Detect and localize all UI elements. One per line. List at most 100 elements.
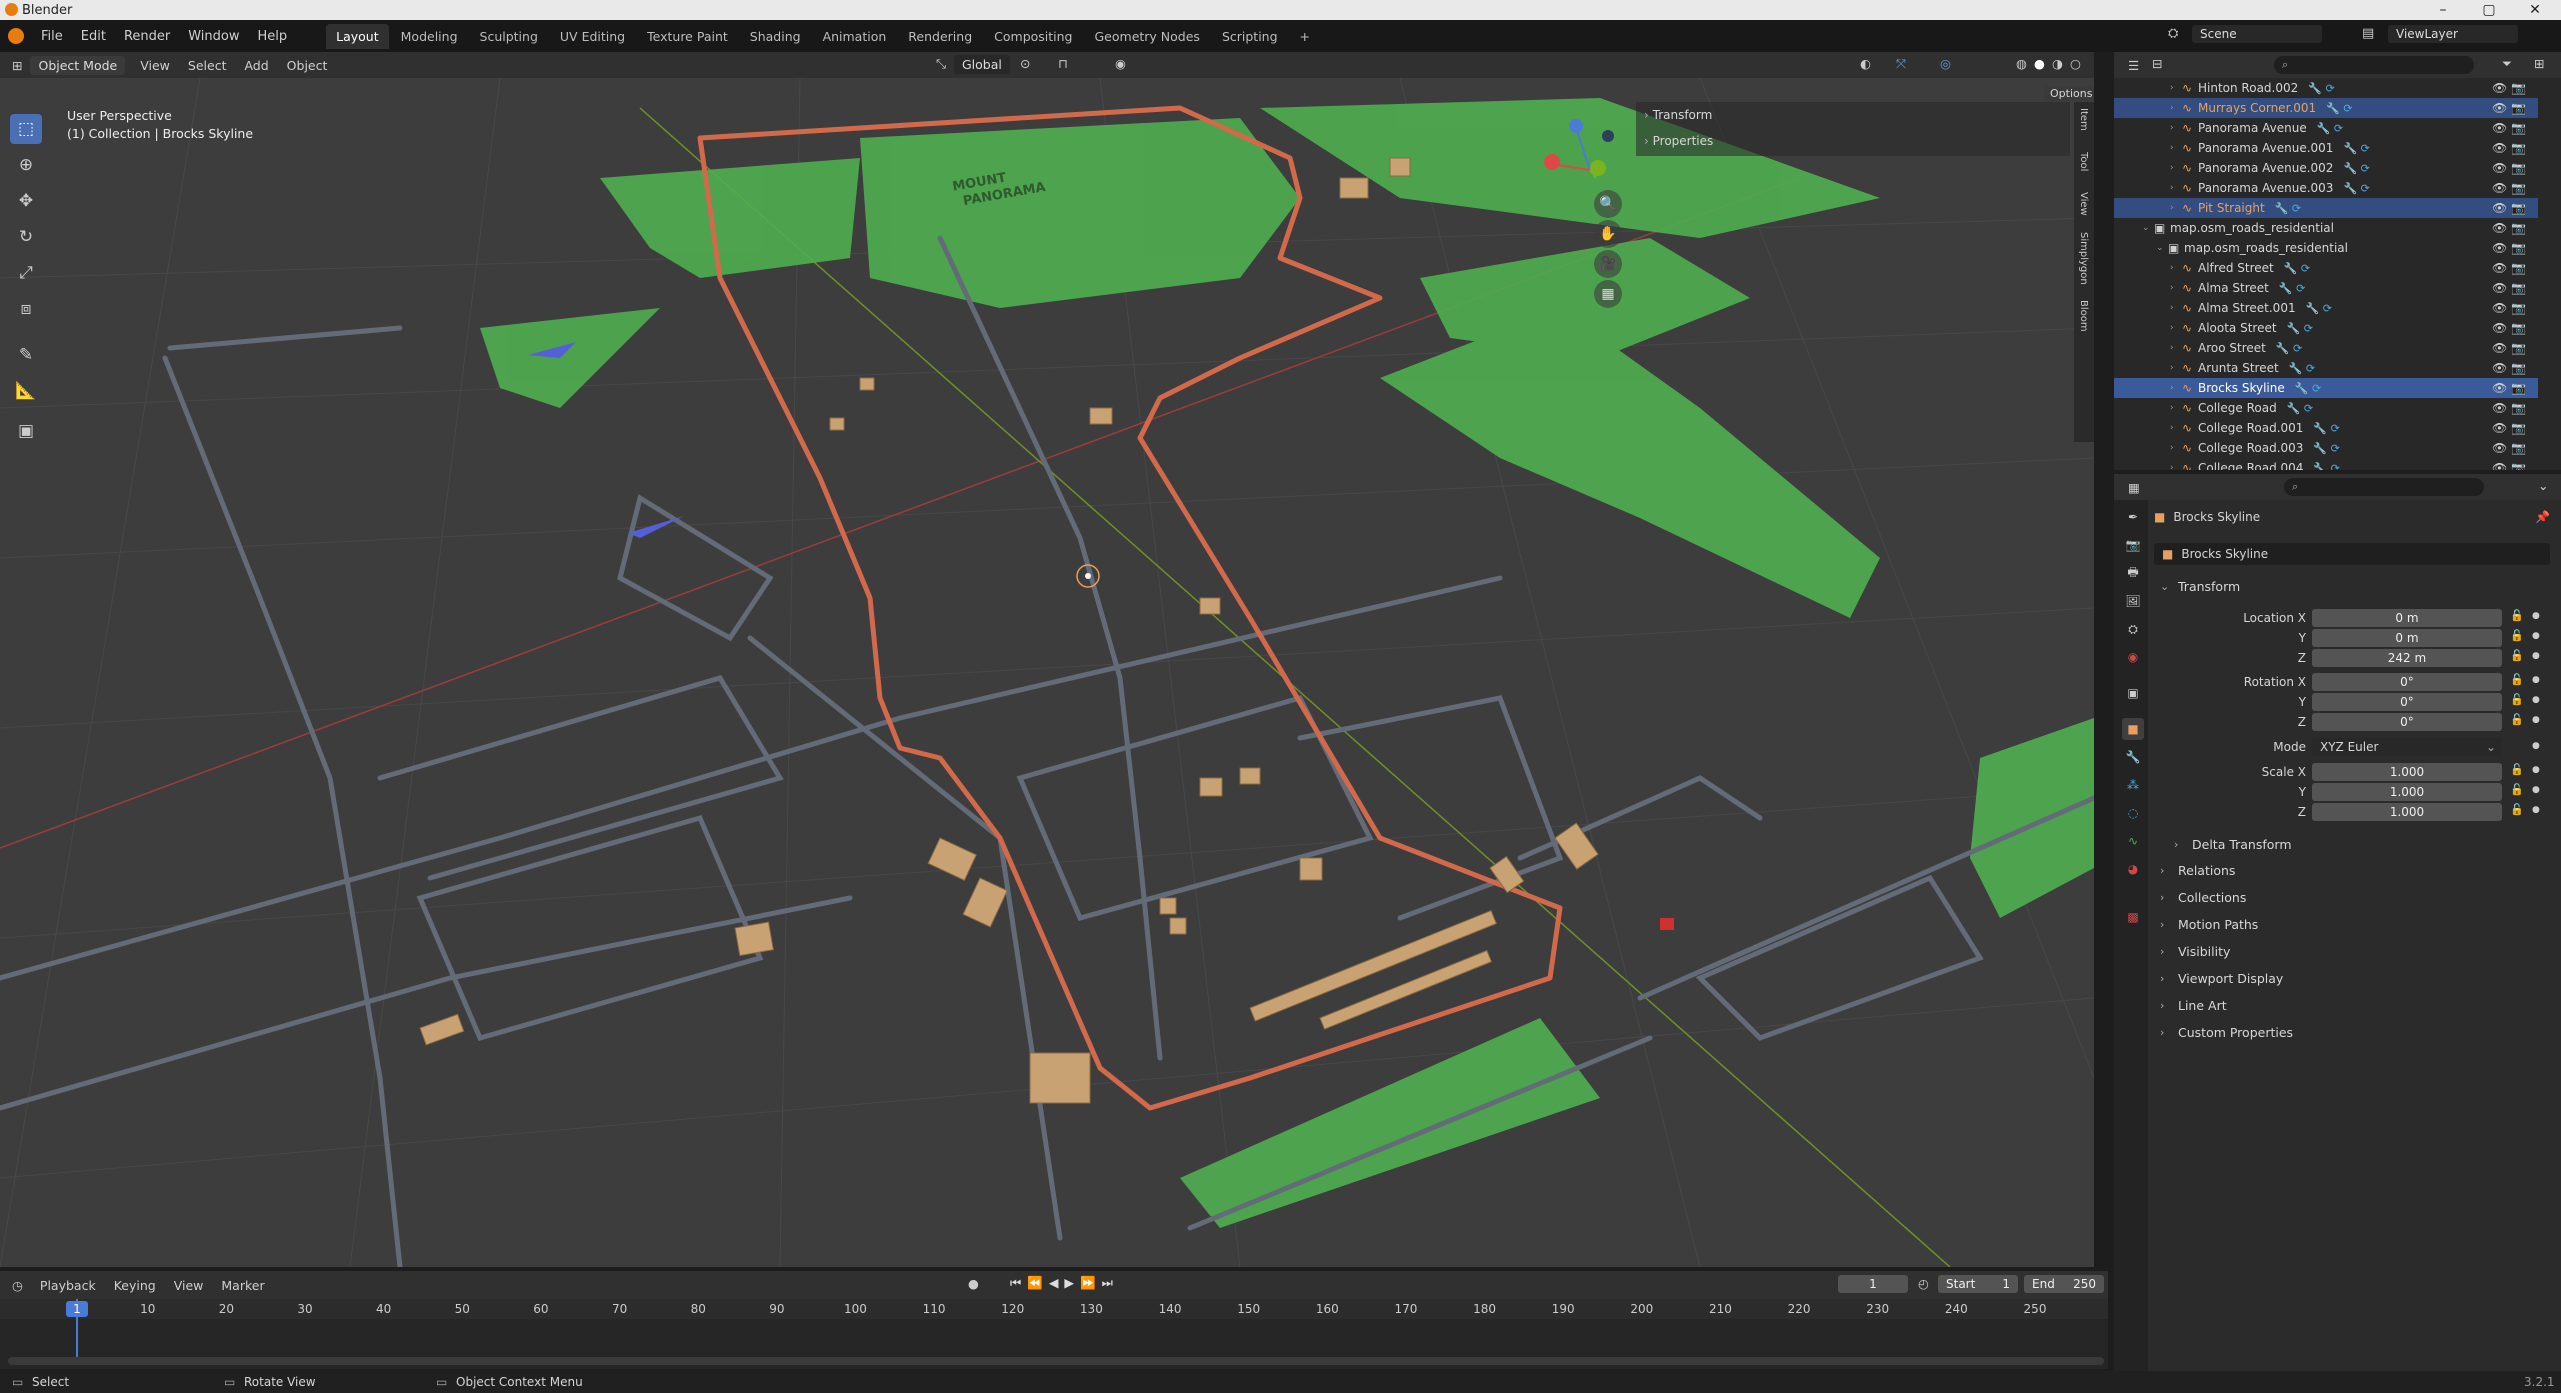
physics-properties-icon[interactable]: ◌ [2122, 802, 2144, 824]
menu-help[interactable]: Help [249, 29, 297, 44]
lock-icon[interactable]: 🔓 [2510, 673, 2524, 686]
location-z-field[interactable]: 242 m [2312, 649, 2502, 667]
viewport-menu-object[interactable]: Object [278, 58, 337, 73]
outliner-row[interactable]: › ∿ Murrays Corner.001 🔧 ⟳ 👁 📷 [2114, 98, 2538, 118]
visibility-toggle-icon[interactable]: 👁 📷 [2492, 321, 2526, 335]
solid-shading-icon[interactable]: ● [2034, 56, 2045, 71]
visibility-toggle-icon[interactable]: 👁 📷 [2492, 361, 2526, 375]
visibility-toggle-icon[interactable]: 👁 📷 [2492, 161, 2526, 175]
properties-panel-relations[interactable]: › Relations [2160, 858, 2550, 882]
minimize-button[interactable]: – [2420, 0, 2466, 20]
viewport-menu-add[interactable]: Add [235, 58, 277, 73]
modifier-icon[interactable]: 🔧 ⟳ [2279, 282, 2305, 295]
select-box-tool[interactable]: ⬚ [10, 114, 42, 144]
keyframe-dot-icon[interactable]: ● [2532, 741, 2540, 751]
outliner-tree[interactable]: › ∿ Hinton Road.002 🔧 ⟳ 👁 📷 › ∿ Murrays Corner.… [2114, 78, 2561, 470]
n-tab-bloom[interactable]: Bloom [2078, 300, 2089, 340]
transform-panel-header[interactable]: ⌄ Transform [2160, 574, 2550, 598]
outliner-row[interactable]: › ∿ Panorama Avenue.001 🔧 ⟳ 👁 📷 [2114, 138, 2538, 158]
outliner-row[interactable]: › ∿ College Road.001 🔧 ⟳ 👁 📷 [2114, 418, 2538, 438]
blender-menu-icon[interactable] [8, 28, 24, 44]
visibility-toggle-icon[interactable]: 👁 📷 [2492, 121, 2526, 135]
object-data-properties-icon[interactable]: ∿ [2122, 830, 2144, 852]
visibility-toggle-icon[interactable]: 👁 📷 [2492, 181, 2526, 195]
start-frame-field[interactable]: Start 1 [1938, 1275, 2018, 1293]
outliner-search-input[interactable]: ⌕ [2274, 56, 2474, 74]
modifier-icon[interactable]: 🔧 ⟳ [2343, 142, 2369, 155]
visibility-toggle-icon[interactable]: 👁 📷 [2492, 201, 2526, 215]
visibility-toggle-icon[interactable]: 👁 📷 [2492, 401, 2526, 415]
expand-chevron-icon[interactable]: › [2170, 403, 2182, 413]
visibility-toggle-icon[interactable]: 👁 📷 [2492, 301, 2526, 315]
lock-icon[interactable]: 🔓 [2510, 693, 2524, 706]
material-shading-icon[interactable]: ◑ [2052, 56, 2063, 71]
modifier-icon[interactable]: 🔧 ⟳ [2306, 302, 2332, 315]
texture-properties-icon[interactable]: ▩ [2122, 906, 2144, 928]
wireframe-shading-icon[interactable]: ◍ [2016, 56, 2027, 71]
expand-chevron-icon[interactable]: › [2170, 183, 2182, 193]
modifier-icon[interactable]: 🔧 ⟳ [2287, 322, 2313, 335]
timeline-editor-icon[interactable]: ◷ [12, 1278, 23, 1293]
current-frame-field[interactable]: 1 [1838, 1275, 1908, 1293]
modifier-icon[interactable]: 🔧 ⟳ [2287, 402, 2313, 415]
visibility-toggle-icon[interactable]: 👁 📷 [2492, 261, 2526, 275]
lock-icon[interactable]: 🔓 [2510, 803, 2524, 816]
material-properties-icon[interactable]: ◕ [2122, 858, 2144, 880]
expand-chevron-icon[interactable]: › [2170, 143, 2182, 153]
maximize-button[interactable]: ▢ [2466, 0, 2512, 20]
expand-chevron-icon[interactable]: › [2170, 283, 2182, 293]
timeline-menu-playback[interactable]: Playback [31, 1278, 105, 1293]
scene-selector[interactable]: Scene [2192, 25, 2322, 43]
properties-search-input[interactable]: ⌕ [2284, 478, 2484, 496]
tab-compositing[interactable]: Compositing [984, 24, 1082, 49]
gizmo-icon[interactable]: ⤧ [1896, 56, 1906, 72]
keyframe-dot-icon[interactable]: ● [2532, 611, 2540, 621]
rotate-tool[interactable]: ↻ [10, 222, 42, 252]
rotation-mode-select[interactable]: XYZ Euler ⌄ [2312, 738, 2502, 756]
expand-chevron-icon[interactable]: › [2170, 163, 2182, 173]
zoom-icon[interactable]: 🔍 [1594, 190, 1622, 218]
visibility-toggle-icon[interactable]: 👁 📷 [2492, 341, 2526, 355]
3d-viewport[interactable]: MOUNT PANORAMA User Perspective (1) Coll… [0, 78, 2094, 1267]
menu-window[interactable]: Window [179, 29, 248, 44]
new-collection-icon[interactable]: ⊞ [2534, 56, 2544, 71]
particles-properties-icon[interactable]: ⁂ [2122, 774, 2144, 796]
tab-texture-paint[interactable]: Texture Paint [637, 24, 738, 49]
scale-x-field[interactable]: 1.000 [2312, 763, 2502, 781]
properties-panel-motion-paths[interactable]: › Motion Paths [2160, 912, 2550, 936]
outliner-row[interactable]: › ∿ Aloota Street 🔧 ⟳ 👁 📷 [2114, 318, 2538, 338]
expand-chevron-icon[interactable]: › [2170, 103, 2182, 113]
render-shading-icon[interactable]: ○ [2070, 56, 2081, 71]
lock-icon[interactable]: 🔓 [2510, 713, 2524, 726]
lock-icon[interactable]: 🔓 [2510, 649, 2524, 662]
outliner-row[interactable]: › ∿ Aroo Street 🔧 ⟳ 👁 📷 [2114, 338, 2538, 358]
pivot-icon[interactable]: ⊙ [1020, 56, 1030, 71]
tab-animation[interactable]: Animation [813, 24, 897, 49]
visibility-toggle-icon[interactable]: 👁 📷 [2492, 141, 2526, 155]
view-layer-properties-icon[interactable]: 🖼 [2122, 590, 2144, 612]
rotation-z-field[interactable]: 0° [2312, 713, 2502, 731]
modifier-icon[interactable]: 🔧 ⟳ [2295, 382, 2321, 395]
n-tab-view[interactable]: View [2078, 192, 2089, 228]
lock-icon[interactable]: 🔓 [2510, 763, 2524, 776]
outliner-row[interactable]: ⌄ ▣ map.osm_roads_residential 👁 📷 [2114, 218, 2538, 238]
tool-properties-icon[interactable]: ✒ [2122, 506, 2144, 528]
tab-geometry-nodes[interactable]: Geometry Nodes [1085, 24, 1210, 49]
add-workspace-button[interactable]: + [1290, 24, 1320, 49]
visibility-toggle-icon[interactable]: 👁 📷 [2492, 381, 2526, 395]
viewport-menu-view[interactable]: View [131, 58, 179, 73]
keyframe-dot-icon[interactable]: ● [2532, 765, 2540, 775]
outliner-row[interactable]: › ∿ Alma Street.001 🔧 ⟳ 👁 📷 [2114, 298, 2538, 318]
expand-chevron-icon[interactable]: › [2170, 463, 2182, 470]
outliner-row[interactable]: › ∿ Arunta Street 🔧 ⟳ 👁 📷 [2114, 358, 2538, 378]
outliner-row[interactable]: › ∿ Alma Street 🔧 ⟳ 👁 📷 [2114, 278, 2538, 298]
outliner-row[interactable]: ⌄ ▣ map.osm_roads_residential 👁 📷 [2114, 238, 2538, 258]
measure-tool[interactable]: 📐 [10, 376, 42, 406]
modifier-icon[interactable]: 🔧 ⟳ [2284, 262, 2310, 275]
tab-modeling[interactable]: Modeling [391, 24, 468, 49]
modifier-icon[interactable]: 🔧 ⟳ [2313, 462, 2339, 471]
expand-chevron-icon[interactable]: › [2170, 363, 2182, 373]
expand-chevron-icon[interactable]: ⌄ [2142, 223, 2154, 233]
options-button[interactable]: Options [2044, 86, 2094, 101]
viewport-scene[interactable]: MOUNT PANORAMA [0, 78, 2094, 1267]
